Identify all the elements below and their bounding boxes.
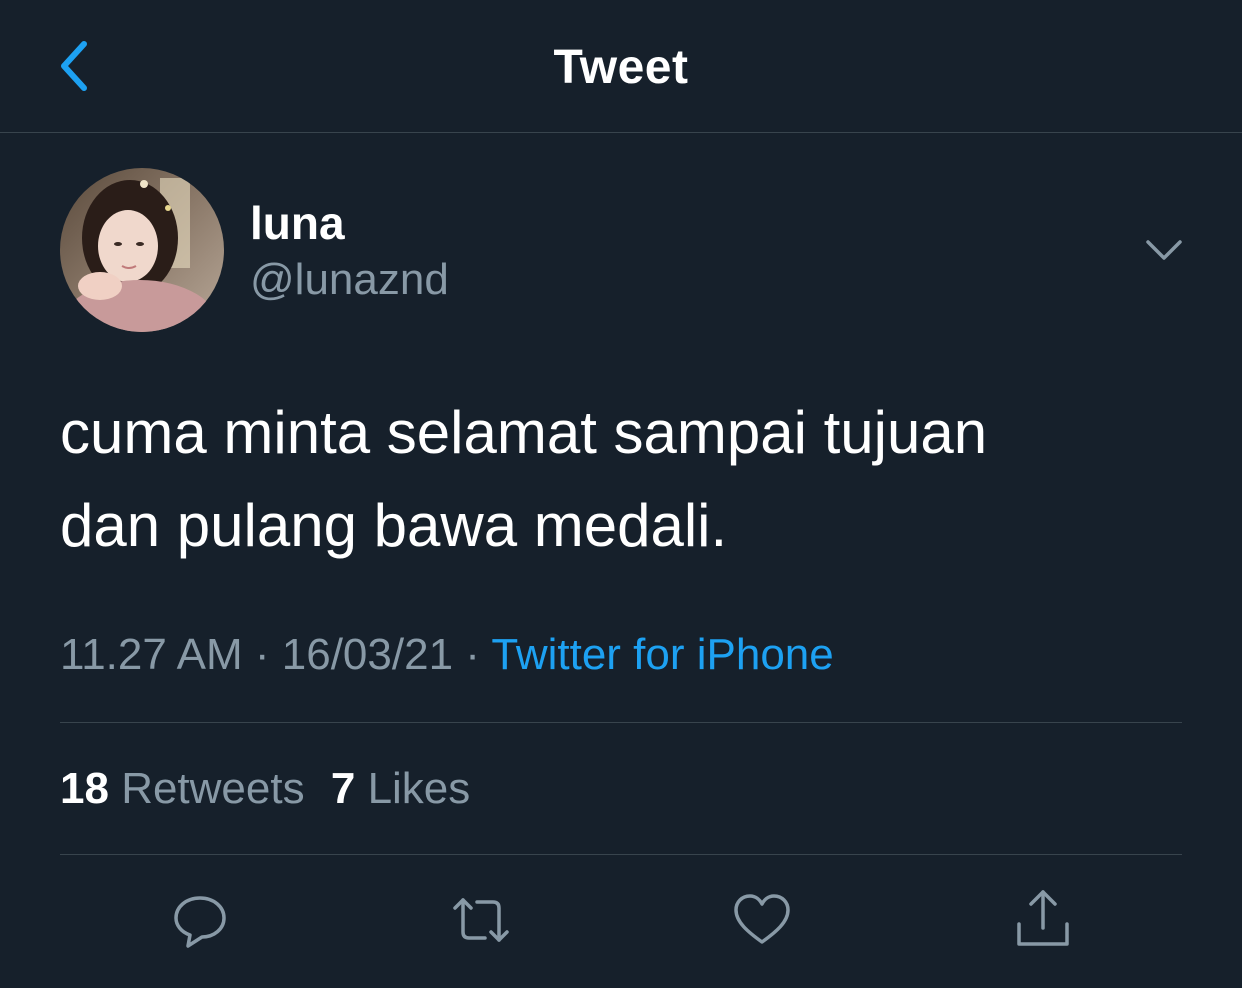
divider [60,854,1182,855]
like-icon [734,894,790,944]
share-icon [1017,890,1069,946]
likes-stat[interactable]: 7 Likes [331,764,470,813]
reply-button[interactable] [168,888,232,952]
top-bar: Tweet [0,0,1242,133]
tweet-stats: 18 Retweets 7 Likes [60,764,484,814]
retweet-button[interactable] [449,888,513,952]
tweet-date: 16/03/21 [281,630,454,679]
retweet-icon [453,898,509,942]
tweet-time: 11.27 AM [60,630,243,679]
author-name[interactable]: luna [250,196,345,250]
reply-icon [174,896,226,948]
retweets-stat[interactable]: 18 Retweets [60,764,305,813]
avatar[interactable] [60,168,224,332]
tweet-meta: 11.27 AM · 16/03/21 · Twitter for iPhone [60,630,834,680]
chevron-down-icon [1146,240,1182,260]
likes-count: 7 [330,764,356,813]
avatar-image [60,168,224,332]
retweets-label: Retweets [121,764,305,813]
tweet-source-link[interactable]: Twitter for iPhone [491,630,833,679]
more-options-button[interactable] [1140,230,1188,270]
divider [60,722,1182,723]
likes-label: Likes [367,764,471,813]
retweets-count: 18 [60,764,109,813]
page-title: Tweet [553,41,689,94]
meta-separator: · [465,630,480,679]
like-button[interactable] [730,888,794,952]
tweet-text: cuma minta selamat sampai tujuan dan pul… [60,399,988,559]
author-handle[interactable]: @lunaznd [250,255,449,305]
meta-separator: · [254,630,270,679]
share-button[interactable] [1011,888,1075,952]
